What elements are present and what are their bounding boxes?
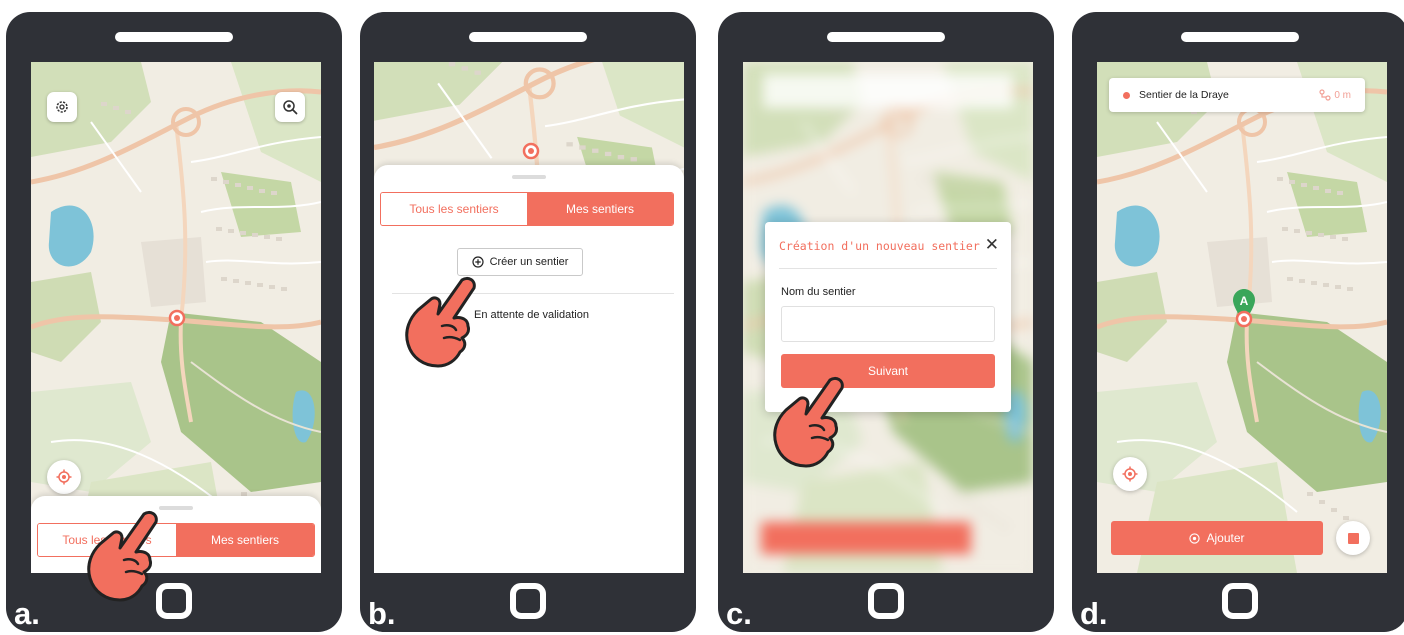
- trail-name-input[interactable]: [781, 306, 995, 342]
- search-location-icon: [283, 100, 298, 115]
- recording-dot: [1123, 92, 1130, 99]
- locate-me-button[interactable]: [47, 460, 81, 494]
- create-trail-label: Créer un sentier: [489, 256, 569, 268]
- phone-step-a: Tous les sentiers Mes sentiers a.: [6, 12, 342, 632]
- phone-home-button: [1222, 583, 1258, 619]
- settings-button[interactable]: [47, 92, 77, 122]
- create-trail-button[interactable]: Créer un sentier: [457, 248, 583, 276]
- close-icon[interactable]: ✕: [985, 235, 999, 255]
- map-screen: Création d'un nouveau sentier ✕ Nom du s…: [743, 62, 1033, 573]
- divider: [779, 268, 997, 269]
- add-point-button[interactable]: Ajouter: [1111, 521, 1323, 555]
- step-label: d.: [1080, 596, 1108, 631]
- active-trail-bar: Sentier de la Draye 0 m: [1109, 78, 1365, 112]
- trails-segmented-control[interactable]: Tous les sentiers Mes sentiers: [380, 192, 674, 226]
- map-pin-icon: [1189, 532, 1201, 544]
- phone-home-button: [510, 583, 546, 619]
- pointing-hand-icon: [405, 276, 476, 368]
- distance-value: 0 m: [1334, 89, 1351, 101]
- locate-icon: [1122, 466, 1138, 482]
- phone-speaker: [115, 32, 233, 42]
- stop-icon: [1347, 532, 1359, 544]
- route-icon: [1319, 89, 1331, 101]
- tab-my-trails[interactable]: Mes sentiers: [527, 193, 673, 225]
- trail-distance: 0 m: [1319, 89, 1351, 101]
- trail-name: Sentier de la Draye: [1139, 89, 1229, 101]
- phone-home-button: [868, 583, 904, 619]
- modal-title: Création d'un nouveau sentier: [779, 239, 980, 253]
- trails-segmented-control[interactable]: Tous les sentiers Mes sentiers: [37, 523, 315, 557]
- locate-me-button[interactable]: [1113, 457, 1147, 491]
- gear-icon: [56, 101, 68, 113]
- tutorial-strip: Tous les sentiers Mes sentiers a. Tous l…: [0, 0, 1404, 635]
- phone-step-d: Sentier de la Draye 0 m A Ajouter d.: [1072, 12, 1404, 632]
- add-point-label: Ajouter: [1206, 531, 1245, 545]
- stop-recording-button[interactable]: [1336, 521, 1370, 555]
- step-label: b.: [368, 596, 396, 631]
- phone-speaker: [469, 32, 587, 42]
- plus-circle-icon: [471, 256, 484, 268]
- bottom-sheet[interactable]: Tous les sentiers Mes sentiers: [31, 496, 321, 573]
- start-marker-letter: A: [1240, 294, 1249, 308]
- map-screen: Sentier de la Draye 0 m A Ajouter: [1097, 62, 1387, 573]
- phone-speaker: [1181, 32, 1299, 42]
- phone-step-b: Tous les sentiers Mes sentiers Créer un …: [360, 12, 696, 632]
- map-screen: Tous les sentiers Mes sentiers: [31, 62, 321, 573]
- location-pin-icon: [522, 142, 540, 160]
- location-pin-icon: [168, 309, 186, 327]
- phone-step-c: Création d'un nouveau sentier ✕ Nom du s…: [718, 12, 1054, 632]
- tab-my-trails[interactable]: Mes sentiers: [176, 524, 314, 556]
- sheet-grip[interactable]: [512, 175, 546, 179]
- phone-speaker: [827, 32, 945, 42]
- locate-icon: [56, 469, 72, 485]
- location-pin-icon: [1235, 310, 1253, 328]
- step-label: c.: [726, 596, 752, 631]
- tab-all-trails[interactable]: Tous les sentiers: [381, 193, 527, 225]
- pointing-hand-icon: [773, 376, 844, 468]
- search-location-button[interactable]: [275, 92, 305, 122]
- pending-validation-section[interactable]: En attente de validation: [474, 309, 589, 321]
- trail-name-label: Nom du sentier: [781, 286, 856, 298]
- phone-home-button: [156, 583, 192, 619]
- step-label: a.: [14, 596, 40, 631]
